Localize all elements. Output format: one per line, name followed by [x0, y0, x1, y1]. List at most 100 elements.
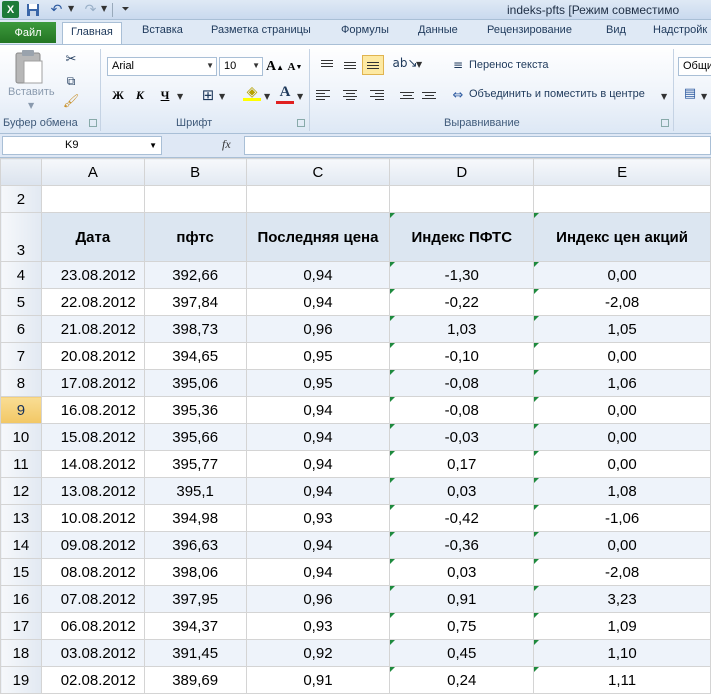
row-header[interactable]: 5: [0, 288, 42, 316]
font-color-dropdown-icon[interactable]: ▼: [297, 92, 303, 101]
save-icon[interactable]: [24, 1, 41, 18]
cell-pfts-index[interactable]: 0,24: [389, 666, 535, 694]
cell-last-price[interactable]: 0,96: [245, 585, 391, 613]
cell-pfts-index[interactable]: -1,30: [389, 261, 535, 289]
row-header[interactable]: 11: [0, 450, 42, 478]
header-cell-pfts[interactable]: пфтс: [143, 212, 247, 262]
align-middle-icon[interactable]: [339, 55, 361, 75]
cell-share-price-index[interactable]: 1,06: [533, 369, 711, 397]
cell-last-price[interactable]: 0,92: [245, 639, 391, 667]
header-cell-last-price[interactable]: Последняя цена: [245, 212, 391, 262]
cell-date[interactable]: 21.08.2012: [40, 315, 145, 343]
cell-pfts-index[interactable]: 0,91: [389, 585, 535, 613]
cell-share-price-index[interactable]: -1,06: [533, 504, 711, 532]
cut-icon[interactable]: ✂: [62, 51, 80, 67]
cell-date[interactable]: 10.08.2012: [40, 504, 145, 532]
cell-pfts[interactable]: 394,37: [143, 612, 247, 640]
cell-date[interactable]: 17.08.2012: [40, 369, 145, 397]
cell-last-price[interactable]: 0,93: [245, 612, 391, 640]
cell-pfts[interactable]: 389,69: [143, 666, 247, 694]
cell-last-price[interactable]: 0,95: [245, 342, 391, 370]
cell-last-price[interactable]: 0,94: [245, 288, 391, 316]
orientation-dropdown-icon[interactable]: ▼: [416, 60, 422, 69]
cell-share-price-index[interactable]: 0,00: [533, 531, 711, 559]
insert-function-icon[interactable]: fx: [222, 137, 231, 152]
cell-share-price-index[interactable]: 0,00: [533, 423, 711, 451]
cell-date[interactable]: 23.08.2012: [40, 261, 145, 289]
row-header[interactable]: 14: [0, 531, 42, 559]
tab-file[interactable]: Файл: [0, 22, 56, 43]
name-box-dropdown-icon[interactable]: ▼: [149, 141, 157, 150]
accounting-format-icon[interactable]: ▤: [681, 85, 699, 101]
row-header[interactable]: 16: [0, 585, 42, 613]
row-header[interactable]: 19: [0, 666, 42, 694]
cell-pfts[interactable]: 396,63: [143, 531, 247, 559]
redo-icon[interactable]: ↷: [82, 1, 99, 18]
cell-date[interactable]: 16.08.2012: [40, 396, 145, 424]
underline-dropdown-icon[interactable]: ▼: [177, 92, 183, 101]
undo-dropdown-icon[interactable]: ▼: [68, 4, 74, 13]
tab-insert[interactable]: Вставка: [142, 24, 183, 36]
cell-pfts[interactable]: 397,95: [143, 585, 247, 613]
bold-button[interactable]: Ж: [110, 85, 126, 105]
grow-font-icon[interactable]: A ▲: [266, 57, 284, 77]
column-header-c[interactable]: C: [245, 158, 391, 186]
fill-color-dropdown-icon[interactable]: ▼: [264, 92, 270, 101]
row-header[interactable]: 4: [0, 261, 42, 289]
alignment-launcher-icon[interactable]: [661, 119, 669, 127]
borders-dropdown-icon[interactable]: ▼: [219, 92, 225, 101]
cell-last-price[interactable]: 0,94: [245, 396, 391, 424]
tab-data[interactable]: Данные: [418, 24, 458, 36]
cell-pfts[interactable]: 397,84: [143, 288, 247, 316]
customize-quick-access-icon[interactable]: ⏷: [117, 1, 134, 18]
header-cell-date[interactable]: Дата: [40, 212, 145, 262]
cell-pfts-index[interactable]: 0,03: [389, 558, 535, 586]
clipboard-launcher-icon[interactable]: [89, 119, 97, 127]
row-header[interactable]: 17: [0, 612, 42, 640]
column-header-a[interactable]: A: [40, 158, 145, 186]
tab-formulas[interactable]: Формулы: [341, 24, 389, 36]
cell-last-price[interactable]: 0,94: [245, 558, 391, 586]
underline-button[interactable]: Ч: [157, 85, 173, 105]
font-name-dropdown-icon[interactable]: ▼: [206, 61, 214, 70]
column-header-b[interactable]: B: [143, 158, 247, 186]
fill-color-icon[interactable]: ◈: [243, 84, 261, 101]
align-top-icon[interactable]: [316, 53, 338, 73]
orientation-icon[interactable]: ab↘: [392, 55, 417, 71]
cell-pfts[interactable]: 395,1: [143, 477, 247, 505]
cell-pfts-index[interactable]: -0,22: [389, 288, 535, 316]
cell-pfts[interactable]: 395,77: [143, 450, 247, 478]
cell-last-price[interactable]: 0,93: [245, 504, 391, 532]
cell-pfts-index[interactable]: -0,10: [389, 342, 535, 370]
tab-addins[interactable]: Надстройк: [653, 24, 707, 36]
cell-pfts[interactable]: 394,98: [143, 504, 247, 532]
cell-pfts-index[interactable]: -0,36: [389, 531, 535, 559]
cell[interactable]: [143, 185, 247, 213]
cell[interactable]: [245, 185, 391, 213]
row-header[interactable]: 9: [0, 396, 42, 424]
paste-button[interactable]: Вставить: [8, 86, 55, 98]
cell-last-price[interactable]: 0,94: [245, 423, 391, 451]
cell-pfts-index[interactable]: -0,08: [389, 396, 535, 424]
cell-share-price-index[interactable]: 1,05: [533, 315, 711, 343]
undo-icon[interactable]: ↶: [48, 1, 65, 18]
cell-share-price-index[interactable]: 0,00: [533, 261, 711, 289]
cell-date[interactable]: 13.08.2012: [40, 477, 145, 505]
shrink-font-icon[interactable]: A ▼: [287, 57, 303, 77]
font-launcher-icon[interactable]: [297, 119, 305, 127]
cell-date[interactable]: 22.08.2012: [40, 288, 145, 316]
decrease-indent-icon[interactable]: [396, 85, 418, 105]
font-name-combo[interactable]: Arial ▼: [107, 57, 217, 76]
wrap-text-icon[interactable]: ≡: [449, 57, 467, 73]
cell-pfts-index[interactable]: 1,03: [389, 315, 535, 343]
cell-pfts-index[interactable]: -0,42: [389, 504, 535, 532]
merge-center-dropdown-icon[interactable]: ▼: [661, 92, 667, 101]
tab-home[interactable]: Главная: [62, 22, 122, 45]
cell[interactable]: [533, 185, 711, 213]
font-color-icon[interactable]: A: [276, 84, 294, 104]
cell-date[interactable]: 14.08.2012: [40, 450, 145, 478]
row-header[interactable]: 8: [0, 369, 42, 397]
row-header[interactable]: 6: [0, 315, 42, 343]
header-cell-pfts-index[interactable]: Индекс ПФТС: [389, 212, 535, 262]
column-header-e[interactable]: E: [533, 158, 711, 186]
